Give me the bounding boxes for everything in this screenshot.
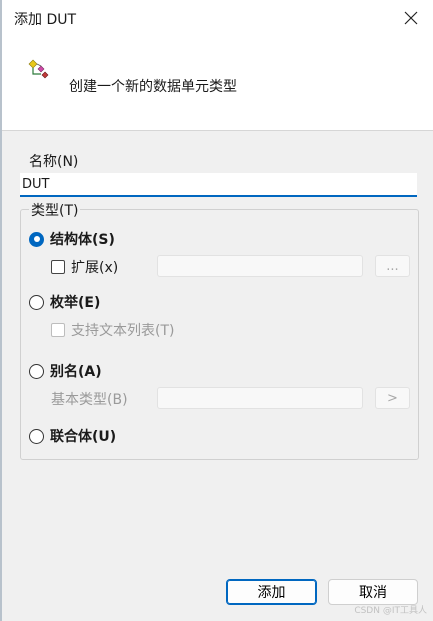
radio-enum-label: 枚举(E)	[50, 295, 101, 311]
radio-enum[interactable]: 枚举(E)	[29, 292, 100, 312]
close-icon[interactable]	[401, 8, 421, 28]
base-type-field	[157, 387, 363, 409]
add-dut-dialog: 添加 DUT 创建一个新的数据单元类型 名称(N) 类型(T) 结构体(S)	[0, 0, 433, 621]
window-title: 添加 DUT	[14, 12, 77, 28]
type-group-legend: 类型(T)	[29, 200, 81, 220]
name-input[interactable]	[20, 173, 417, 197]
radio-union[interactable]: 联合体(U)	[29, 426, 116, 446]
radio-struct-label: 结构体(S)	[50, 232, 115, 248]
radio-alias[interactable]: 别名(A)	[29, 361, 102, 381]
extends-type-field	[157, 255, 363, 277]
extends-checkbox-box[interactable]	[51, 260, 65, 274]
base-type-browse-button: >	[375, 387, 410, 409]
text-list-checkbox-box	[51, 323, 65, 337]
radio-struct[interactable]: 结构体(S)	[29, 229, 115, 249]
radio-struct-indicator[interactable]	[29, 231, 44, 247]
radio-alias-indicator[interactable]	[29, 363, 44, 379]
dialog-description: 创建一个新的数据单元类型	[69, 79, 237, 95]
dialog-header: 创建一个新的数据单元类型	[2, 36, 433, 131]
radio-alias-label: 别名(A)	[50, 364, 102, 380]
extends-checkbox[interactable]: 扩展(x)	[51, 257, 118, 277]
cancel-button[interactable]: 取消	[328, 579, 418, 605]
radio-enum-indicator[interactable]	[29, 294, 44, 310]
radio-union-indicator[interactable]	[29, 428, 44, 444]
data-unit-icon	[26, 58, 52, 84]
watermark: CSDN @IT工具人	[354, 606, 427, 616]
add-button[interactable]: 添加	[226, 579, 317, 605]
text-list-checkbox: 支持文本列表(T)	[51, 320, 174, 340]
extends-browse-button: ...	[375, 255, 410, 277]
name-label: 名称(N)	[29, 154, 79, 170]
base-type-label: 基本类型(B)	[51, 392, 128, 408]
radio-union-label: 联合体(U)	[50, 429, 117, 445]
extends-checkbox-label: 扩展(x)	[71, 260, 119, 276]
text-list-checkbox-label: 支持文本列表(T)	[71, 323, 175, 339]
title-bar: 添加 DUT	[2, 0, 433, 36]
